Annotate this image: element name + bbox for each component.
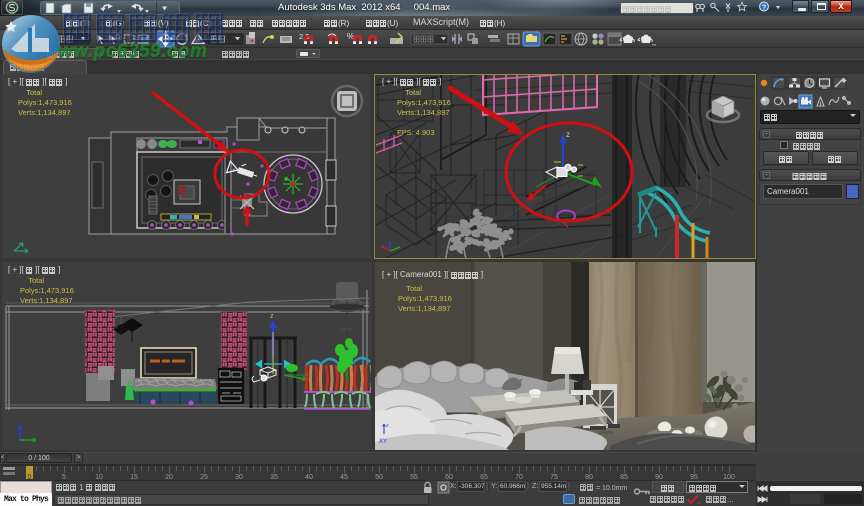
svg-text:z: z — [386, 423, 389, 429]
svg-text:z: z — [566, 130, 570, 139]
svg-text:?: ? — [762, 4, 766, 11]
svg-text:XY: XY — [379, 439, 387, 445]
svg-text:z: z — [270, 313, 274, 320]
